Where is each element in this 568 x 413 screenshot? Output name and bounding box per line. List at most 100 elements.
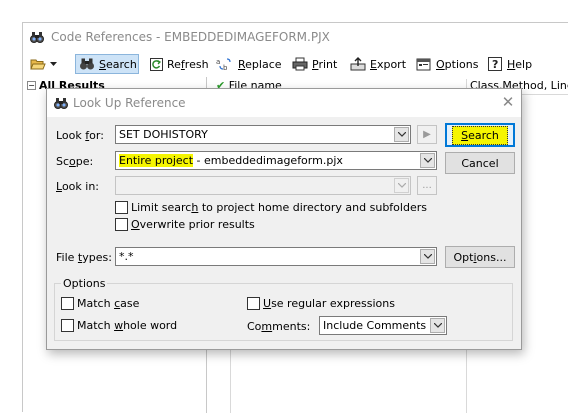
comments-post: ments: bbox=[272, 320, 311, 333]
options-rest: ptions bbox=[444, 57, 479, 71]
look-for-dropdown[interactable] bbox=[394, 127, 409, 142]
look-in-dropdown[interactable] bbox=[394, 178, 409, 193]
options-button-label: Options bbox=[436, 58, 478, 71]
browse-button[interactable]: ... bbox=[417, 176, 437, 195]
scope-pre: Sc bbox=[56, 155, 70, 168]
toolbar: Search Refresh a b Replace Print Export … bbox=[23, 51, 568, 77]
comments-value: Include Comments bbox=[323, 319, 427, 332]
use-regex-label: Use regular expressions bbox=[263, 297, 395, 310]
dialog-title: Look Up Reference bbox=[73, 96, 186, 110]
look-for-label: Look for: bbox=[56, 129, 104, 142]
replace-button-label: Replace bbox=[238, 58, 282, 71]
dialog-titlebar: Look Up Reference ✕ bbox=[47, 89, 521, 117]
scope-accel: o bbox=[69, 155, 76, 168]
tree-collapse-icon[interactable]: − bbox=[27, 81, 36, 90]
chevron-down-icon bbox=[433, 323, 442, 328]
options-dialog-post: ons... bbox=[476, 250, 507, 264]
options-icon bbox=[416, 58, 431, 71]
options-button[interactable]: Options bbox=[413, 54, 481, 74]
export-accel: E bbox=[370, 57, 377, 71]
limit-search-box[interactable] bbox=[115, 201, 128, 214]
overwrite-label: Overwrite prior results bbox=[131, 218, 255, 231]
look-up-reference-dialog: Look Up Reference ✕ Look for: SET DOHIST… bbox=[46, 88, 522, 350]
chevron-down-icon bbox=[397, 183, 406, 188]
scope-dropdown[interactable] bbox=[420, 153, 435, 168]
insert-arrow-button[interactable]: ▶ bbox=[417, 125, 437, 144]
limit-search-post: to project home directory and subfolders bbox=[198, 201, 427, 214]
scope-value-rest: - embeddedimageform.pjx bbox=[193, 154, 343, 167]
help-rest: elp bbox=[515, 57, 533, 71]
print-rest: rint bbox=[318, 57, 338, 71]
comments-dropdown[interactable] bbox=[430, 318, 445, 333]
search-dialog-button[interactable]: Search bbox=[445, 123, 515, 147]
scope-value: Entire project - embeddedimageform.pjx bbox=[119, 154, 343, 167]
file-types-dropdown[interactable] bbox=[420, 249, 435, 264]
refresh-post: resh bbox=[184, 57, 209, 71]
open-folder-button[interactable] bbox=[27, 54, 60, 74]
file-types-post: ypes: bbox=[82, 251, 112, 264]
look-in-combo[interactable] bbox=[115, 176, 411, 195]
search-rest: earch bbox=[105, 57, 137, 71]
cancel-button[interactable]: Cancel bbox=[445, 152, 515, 174]
match-whole-word-checkbox[interactable]: Match whole word bbox=[61, 319, 177, 332]
export-button[interactable]: Export bbox=[347, 54, 409, 74]
look-for-pre: Look bbox=[56, 129, 86, 142]
match-whole-word-label: Match whole word bbox=[77, 319, 177, 332]
options-accel: O bbox=[436, 57, 445, 71]
use-regex-post: se regular expressions bbox=[271, 297, 395, 310]
help-button[interactable]: ? Help bbox=[485, 54, 535, 74]
export-rest: xport bbox=[376, 57, 407, 71]
match-case-pre: Match bbox=[77, 297, 115, 310]
replace-rest: eplace bbox=[245, 57, 282, 71]
scope-value-highlight: Entire project bbox=[119, 154, 194, 167]
replace-button[interactable]: a b Replace bbox=[213, 54, 285, 74]
options-group-legend: Options bbox=[61, 277, 108, 290]
dialog-close-icon[interactable]: ✕ bbox=[499, 93, 517, 111]
options-dialog-pre: Opt bbox=[453, 250, 474, 264]
app-binoculars-icon bbox=[30, 32, 44, 43]
look-for-value: SET DOHISTORY bbox=[119, 128, 208, 141]
overwrite-checkbox[interactable]: Overwrite prior results bbox=[115, 218, 255, 231]
refresh-button[interactable]: Refresh bbox=[147, 54, 212, 74]
use-regex-box[interactable] bbox=[247, 297, 260, 310]
search-dialog-button-label: Search bbox=[452, 125, 508, 145]
search-accel: S bbox=[99, 57, 106, 71]
match-case-box[interactable] bbox=[61, 297, 74, 310]
file-types-value: *.* bbox=[119, 250, 134, 263]
svg-text:b: b bbox=[223, 64, 228, 71]
overwrite-post: verwrite prior results bbox=[139, 218, 255, 231]
comments-accel: m bbox=[261, 320, 273, 333]
replace-icon: a b bbox=[216, 58, 231, 71]
binoculars-icon bbox=[80, 58, 94, 70]
match-case-post: ase bbox=[120, 297, 140, 310]
export-button-label: Export bbox=[370, 58, 406, 71]
use-regex-checkbox[interactable]: Use regular expressions bbox=[247, 297, 395, 310]
scope-combo[interactable]: Entire project - embeddedimageform.pjx bbox=[115, 151, 437, 170]
overwrite-accel: O bbox=[131, 218, 140, 231]
use-regex-accel: U bbox=[263, 297, 272, 310]
look-in-post: ook in: bbox=[61, 180, 99, 193]
limit-search-label: Limit search to project home directory a… bbox=[131, 201, 427, 214]
look-in-label: Look in: bbox=[56, 180, 99, 193]
limit-search-checkbox[interactable]: Limit search to project home directory a… bbox=[115, 201, 427, 214]
look-for-post: or: bbox=[89, 129, 104, 142]
options-dialog-button[interactable]: Options... bbox=[445, 246, 515, 268]
export-icon bbox=[350, 57, 366, 71]
file-types-combo[interactable]: *.* bbox=[115, 247, 437, 266]
match-whole-pre: Match bbox=[77, 319, 115, 332]
comments-combo[interactable]: Include Comments bbox=[319, 316, 447, 335]
search-button[interactable]: Search bbox=[75, 54, 139, 74]
print-button-label: Print bbox=[312, 58, 337, 71]
refresh-button-label: Refresh bbox=[167, 58, 209, 71]
chevron-down-icon bbox=[423, 158, 432, 163]
match-case-checkbox[interactable]: Match case bbox=[61, 297, 139, 310]
refresh-pre: Re bbox=[167, 57, 181, 71]
overwrite-box[interactable] bbox=[115, 218, 128, 231]
print-button[interactable]: Print bbox=[289, 54, 340, 74]
limit-search-pre: Limit searc bbox=[131, 201, 192, 214]
look-for-combo[interactable]: SET DOHISTORY bbox=[115, 125, 411, 144]
match-whole-word-box[interactable] bbox=[61, 319, 74, 332]
options-dialog-label: Options... bbox=[454, 251, 507, 264]
svg-text:a: a bbox=[216, 58, 220, 66]
help-icon: ? bbox=[488, 57, 502, 71]
